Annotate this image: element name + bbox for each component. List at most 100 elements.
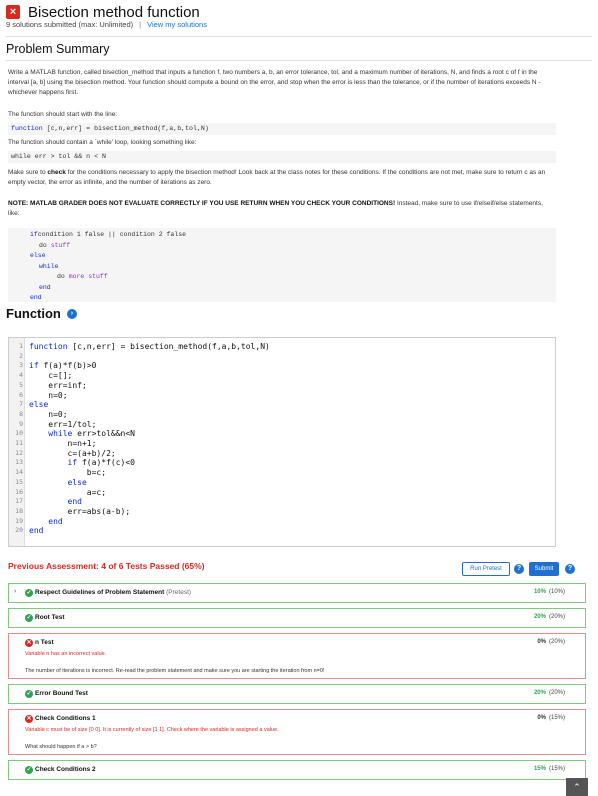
test-weight: (10%) [548,589,565,595]
code-text: condition 1 false || condition 2 false [37,231,187,238]
code-keyword: end [67,497,82,507]
test-result-check-conditions-2[interactable]: ✓ Check Conditions 2 15% (15%) [8,760,586,780]
code-line[interactable]: a=c; [29,488,106,498]
line-number: 15 [15,477,23,486]
code-text: c=[]; [29,371,73,381]
title-row: × Bisection method function [6,2,200,22]
view-solutions-link[interactable]: View my solutions [147,20,207,29]
code-text: err=inf; [29,380,87,390]
code-line[interactable]: c=[]; [29,371,72,381]
code-line[interactable]: end [29,516,63,527]
code-keyword: while [39,262,59,270]
code-text: [c,n,err] = bisection_method(f,a,b,tol,N… [42,125,209,132]
test-score: 0% (15%) [537,715,565,721]
code-keyword: end [48,516,63,526]
code-line[interactable]: else [29,478,87,488]
code-text: err>tol&&n<N [72,429,135,439]
code-line[interactable]: n=n+1; [29,439,97,449]
submit-button[interactable]: Submit [529,562,559,576]
line-number: 3 [19,361,23,370]
error-icon: ✕ [25,715,33,723]
test-result-respect-guidelines-of-problem-statement[interactable]: › ✓ Respect Guidelines of Problem Statemen… [8,583,586,603]
code-line[interactable]: n=0; [29,390,68,401]
test-name: Check Conditions 2 [35,766,96,773]
code-keyword: function [29,342,68,351]
example-code-line: do stuff [30,241,556,252]
code-text: err=1/tol; [29,419,97,429]
line-number: 20 [15,526,23,535]
line-number: 8 [19,409,23,418]
line-number-gutter: 1 2 3 4 5 6 7 8 9 10 11 12 13 14 15 16 17 18 19 20 [9,338,25,546]
code-text: [c,n,err] = bisection_method(f,a,b,tol,N… [67,342,270,351]
test-score: 20% (20%) [533,614,565,620]
function-signature-code: function [c,n,err] = bisection_method(f,… [8,123,556,135]
code-keyword: end [39,283,51,291]
code-keyword: end [29,526,44,536]
code-text: c=(a+b)/2; [29,448,116,458]
code-line[interactable]: if f(a)*f(c)<0 [29,458,135,468]
code-text: while err > tol && n < N [11,153,106,160]
check-icon: ✓ [25,766,33,774]
code-line[interactable]: else [29,400,48,410]
code-line[interactable]: if f(a)*f(b)>0 [29,361,96,371]
summary-note: NOTE: MATLAB GRADER DOES NOT EVALUATE CO… [8,200,543,217]
code-string: more stuff [68,273,108,280]
line-number: 13 [15,458,23,467]
line-number: 18 [15,506,23,515]
code-line[interactable]: c=(a+b)/2; [29,449,116,459]
code-line[interactable]: n=0; [29,409,68,420]
code-line[interactable]: end [29,497,82,507]
line-number: 17 [15,497,23,506]
example-code-line: while [30,262,556,273]
test-result-error-bound-test[interactable]: ✓ Error Bound Test 20% (20%) [8,684,586,704]
run-pretest-button[interactable]: Run Pretest [462,562,510,576]
check-icon: ✓ [25,690,33,698]
code-line[interactable]: function [c,n,err] = bisection_method(f,… [29,342,270,352]
test-result-check-conditions-1[interactable]: ✕ Check Conditions 1 0% (15%) Variable c mus… [8,709,586,755]
code-text: n=0; [29,409,68,419]
code-line[interactable]: while err>tol&&n<N [29,429,135,439]
line-number: 7 [19,400,23,409]
test-score: 10% (10%) [533,589,565,595]
code-editor[interactable]: 1 2 3 4 5 6 7 8 9 10 11 12 13 14 15 16 17 18 19 20 function… [8,337,556,547]
code-text: n=0; [29,390,68,400]
code-keyword: if [29,361,39,371]
code-line[interactable]: end [29,526,43,536]
code-line[interactable]: b=c; [29,468,106,478]
test-result-n-test[interactable]: ✕ n Test 0% (20%) Variable n has an incorrec… [8,633,586,679]
line-number: 12 [15,448,23,457]
example-code-line: ifcondition 1 false || condition 2 false [30,230,556,241]
test-feedback-text: What should happen if a > b? [25,744,97,750]
assessment-heading: Previous Assessment: 4 of 6 Tests Passed… [8,561,205,571]
code-line[interactable]: err=1/tol; [29,420,96,430]
help-icon[interactable]: ? [565,564,575,574]
line-number: 9 [19,419,23,428]
code-line[interactable]: err=abs(a-b); [29,507,131,517]
code-keyword: else [67,477,87,487]
test-score: 0% (20%) [537,639,565,645]
code-line[interactable]: err=inf; [29,381,87,391]
code-text: f(a)*f(b)>0 [38,361,97,371]
example-code-line: end [30,293,556,304]
function-heading: Function › [6,306,77,321]
info-icon[interactable]: › [66,308,77,319]
example-code-block: ifcondition 1 false || condition 2 false… [8,228,556,302]
expand-chevron-icon[interactable]: › [14,588,16,595]
line-number: 14 [15,468,23,477]
check-icon: ✓ [25,614,33,622]
line-number: 4 [19,371,23,380]
code-text: b=c; [29,468,107,478]
line-number: 16 [15,487,23,496]
scroll-to-top-button[interactable]: ⌃ [566,778,588,796]
code-keyword: function [11,125,43,132]
example-code-line: end [30,283,556,294]
code-text: do [57,273,69,280]
test-result-root-test[interactable]: ✓ Root Test 20% (20%) [8,608,586,628]
code-keyword: else [29,400,49,410]
code-keyword: if [67,458,78,468]
help-icon[interactable]: ? [514,564,524,574]
summary-paragraph-4: Make sure to check for the conditions ne… [8,169,546,186]
line-number: 19 [15,516,23,525]
